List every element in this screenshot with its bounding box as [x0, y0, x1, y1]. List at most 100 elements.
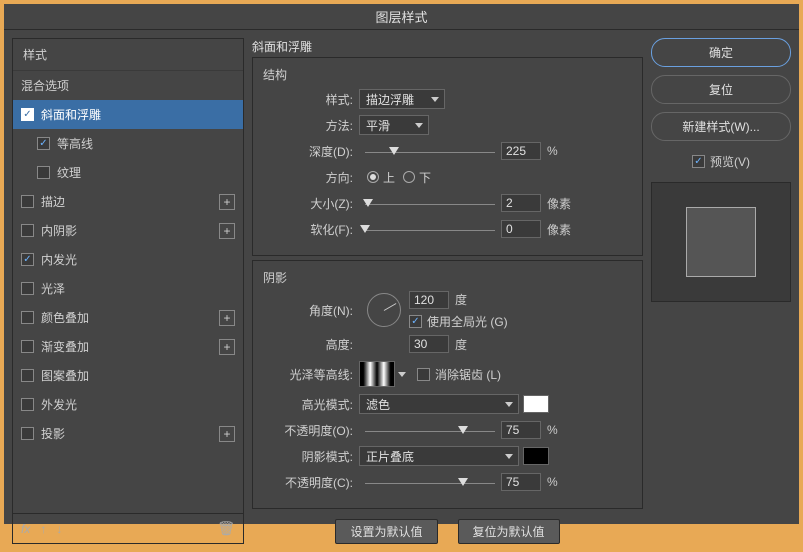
style-item-label: 斜面和浮雕 [41, 106, 101, 123]
preview-row: 预览(V) [651, 153, 791, 170]
style-item-label: 等高线 [57, 135, 93, 152]
style-item-checkbox[interactable] [21, 253, 34, 266]
shadow-opacity-input[interactable]: 75 [501, 473, 541, 491]
center-panel: 斜面和浮雕 结构 样式: 描边浮雕 方法: 平滑 深度(D): 225 % [252, 38, 643, 544]
layer-style-dialog: 图层样式 样式 混合选项 斜面和浮雕等高线纹理描边+内阴影+内发光光泽颜色叠加+… [4, 4, 799, 524]
altitude-input[interactable]: 30 [409, 335, 449, 353]
gloss-contour-picker[interactable] [359, 361, 395, 387]
trash-icon[interactable]: 🗑 [217, 520, 235, 537]
style-item-checkbox[interactable] [21, 108, 34, 121]
size-input[interactable]: 2 [501, 194, 541, 212]
highlight-opacity-label: 不透明度(O): [263, 422, 359, 439]
style-item-checkbox[interactable] [21, 282, 34, 295]
style-item-label: 投影 [41, 425, 65, 442]
add-instance-icon[interactable]: + [219, 194, 235, 210]
style-item-3[interactable]: 描边 + [13, 187, 243, 216]
style-item-checkbox[interactable] [21, 340, 34, 353]
right-panel: 确定 复位 新建样式(W)... 预览(V) [651, 38, 791, 544]
add-instance-icon[interactable]: + [219, 339, 235, 355]
depth-slider[interactable] [365, 149, 495, 153]
altitude-unit: 度 [455, 336, 467, 353]
direction-up-label: 上 [383, 169, 395, 186]
style-item-2[interactable]: 纹理 [13, 158, 243, 187]
style-item-checkbox[interactable] [21, 311, 34, 324]
shadow-mode-label: 阴影模式: [263, 448, 359, 465]
style-label: 样式: [263, 91, 359, 108]
cancel-button[interactable]: 复位 [651, 75, 791, 104]
style-item-9[interactable]: 图案叠加 [13, 361, 243, 390]
highlight-opacity-slider[interactable] [365, 428, 495, 432]
style-item-checkbox[interactable] [21, 224, 34, 237]
new-style-button[interactable]: 新建样式(W)... [651, 112, 791, 141]
highlight-opacity-input[interactable]: 75 [501, 421, 541, 439]
style-item-label: 图案叠加 [41, 367, 89, 384]
depth-label: 深度(D): [263, 143, 359, 160]
structure-title: 结构 [263, 66, 632, 83]
shadow-color-swatch[interactable] [523, 447, 549, 465]
style-item-label: 内阴影 [41, 222, 77, 239]
angle-dial[interactable] [367, 293, 401, 327]
soften-input[interactable]: 0 [501, 220, 541, 238]
style-item-label: 颜色叠加 [41, 309, 89, 326]
arrow-down-icon[interactable]: ↓ [56, 522, 62, 536]
style-item-checkbox[interactable] [21, 369, 34, 382]
add-instance-icon[interactable]: + [219, 310, 235, 326]
angle-label: 角度(N): [263, 302, 359, 319]
fx-label[interactable]: fx [21, 522, 30, 536]
style-item-checkbox[interactable] [21, 427, 34, 440]
add-instance-icon[interactable]: + [219, 223, 235, 239]
global-light-checkbox[interactable] [409, 315, 422, 328]
style-item-label: 渐变叠加 [41, 338, 89, 355]
depth-input[interactable]: 225 [501, 142, 541, 160]
style-item-checkbox[interactable] [37, 137, 50, 150]
blend-options-label: 混合选项 [21, 77, 69, 94]
size-slider[interactable] [365, 201, 495, 205]
style-item-checkbox[interactable] [37, 166, 50, 179]
gloss-contour-label: 光泽等高线: [263, 366, 359, 383]
style-item-10[interactable]: 外发光 [13, 390, 243, 419]
highlight-mode-select[interactable]: 滤色 [359, 394, 519, 414]
style-item-label: 纹理 [57, 164, 81, 181]
default-buttons: 设置为默认值 复位为默认值 [252, 519, 643, 544]
highlight-opacity-unit: % [547, 423, 558, 437]
shadow-opacity-slider[interactable] [365, 480, 495, 484]
style-item-checkbox[interactable] [21, 398, 34, 411]
set-default-button[interactable]: 设置为默认值 [335, 519, 437, 544]
style-item-11[interactable]: 投影 + [13, 419, 243, 448]
dialog-body: 样式 混合选项 斜面和浮雕等高线纹理描边+内阴影+内发光光泽颜色叠加+渐变叠加+… [4, 30, 799, 552]
method-select[interactable]: 平滑 [359, 115, 429, 135]
style-item-7[interactable]: 颜色叠加 + [13, 303, 243, 332]
style-select[interactable]: 描边浮雕 [359, 89, 445, 109]
highlight-mode-label: 高光模式: [263, 396, 359, 413]
arrow-up-icon[interactable]: ↑ [40, 522, 46, 536]
highlight-color-swatch[interactable] [523, 395, 549, 413]
soften-slider[interactable] [365, 227, 495, 231]
style-item-5[interactable]: 内发光 [13, 245, 243, 274]
antialias-checkbox[interactable] [417, 368, 430, 381]
style-item-8[interactable]: 渐变叠加 + [13, 332, 243, 361]
size-label: 大小(Z): [263, 195, 359, 212]
preview-checkbox[interactable] [692, 155, 705, 168]
style-item-6[interactable]: 光泽 [13, 274, 243, 303]
shadow-mode-select[interactable]: 正片叠底 [359, 446, 519, 466]
style-item-label: 外发光 [41, 396, 77, 413]
blend-options-row[interactable]: 混合选项 [13, 71, 243, 100]
style-item-4[interactable]: 内阴影 + [13, 216, 243, 245]
direction-up-radio[interactable] [367, 171, 379, 183]
preview-label: 预览(V) [710, 153, 750, 170]
style-item-checkbox[interactable] [21, 195, 34, 208]
style-list: 样式 混合选项 斜面和浮雕等高线纹理描边+内阴影+内发光光泽颜色叠加+渐变叠加+… [12, 38, 244, 514]
style-item-label: 内发光 [41, 251, 77, 268]
soften-unit: 像素 [547, 221, 571, 238]
style-item-label: 描边 [41, 193, 65, 210]
reset-default-button[interactable]: 复位为默认值 [458, 519, 560, 544]
angle-input[interactable]: 120 [409, 291, 449, 309]
style-item-1[interactable]: 等高线 [13, 129, 243, 158]
add-instance-icon[interactable]: + [219, 426, 235, 442]
ok-button[interactable]: 确定 [651, 38, 791, 67]
direction-down-radio[interactable] [403, 171, 415, 183]
style-item-0[interactable]: 斜面和浮雕 [13, 100, 243, 129]
angle-unit: 度 [455, 291, 467, 308]
soften-label: 软化(F): [263, 221, 359, 238]
shading-title: 阴影 [263, 269, 632, 286]
